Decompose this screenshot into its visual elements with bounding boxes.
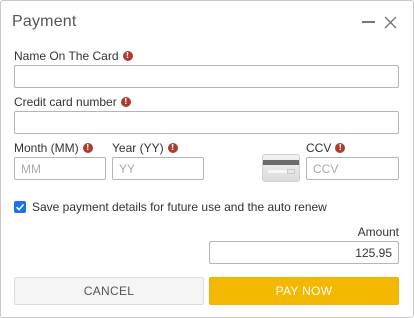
save-details-checkbox[interactable]	[14, 201, 26, 213]
title-bar: Payment	[1, 1, 413, 43]
name-on-card-label: Name On The Card !	[14, 49, 133, 63]
month-label: Month (MM) !	[14, 141, 93, 155]
required-icon: !	[120, 97, 131, 107]
required-icon: !	[122, 51, 133, 61]
credit-card-icon	[262, 154, 300, 182]
cancel-button[interactable]: CANCEL	[14, 277, 204, 305]
checkmark-icon	[15, 203, 25, 211]
required-icon: !	[82, 143, 93, 153]
ccv-input[interactable]	[306, 157, 399, 180]
ccv-label: CCV !	[306, 141, 346, 155]
card-number-label: Credit card number !	[14, 95, 131, 109]
pay-now-button[interactable]: PAY NOW	[209, 277, 399, 305]
month-input[interactable]	[14, 157, 106, 180]
save-details-label: Save payment details for future use and …	[32, 200, 327, 214]
card-number-input[interactable]	[14, 111, 399, 134]
required-icon: !	[335, 143, 346, 153]
payment-dialog: Payment Name On The Card ! Credit card n…	[0, 0, 414, 318]
save-details-row: Save payment details for future use and …	[14, 200, 327, 214]
dialog-title: Payment	[12, 13, 77, 30]
minimize-icon[interactable]	[361, 15, 375, 29]
close-icon[interactable]	[383, 15, 397, 29]
required-icon: !	[167, 143, 178, 153]
year-input[interactable]	[112, 157, 204, 180]
name-on-card-input[interactable]	[14, 65, 399, 88]
amount-field	[209, 241, 399, 264]
amount-label: Amount	[357, 225, 399, 239]
year-label: Year (YY) !	[112, 141, 178, 155]
